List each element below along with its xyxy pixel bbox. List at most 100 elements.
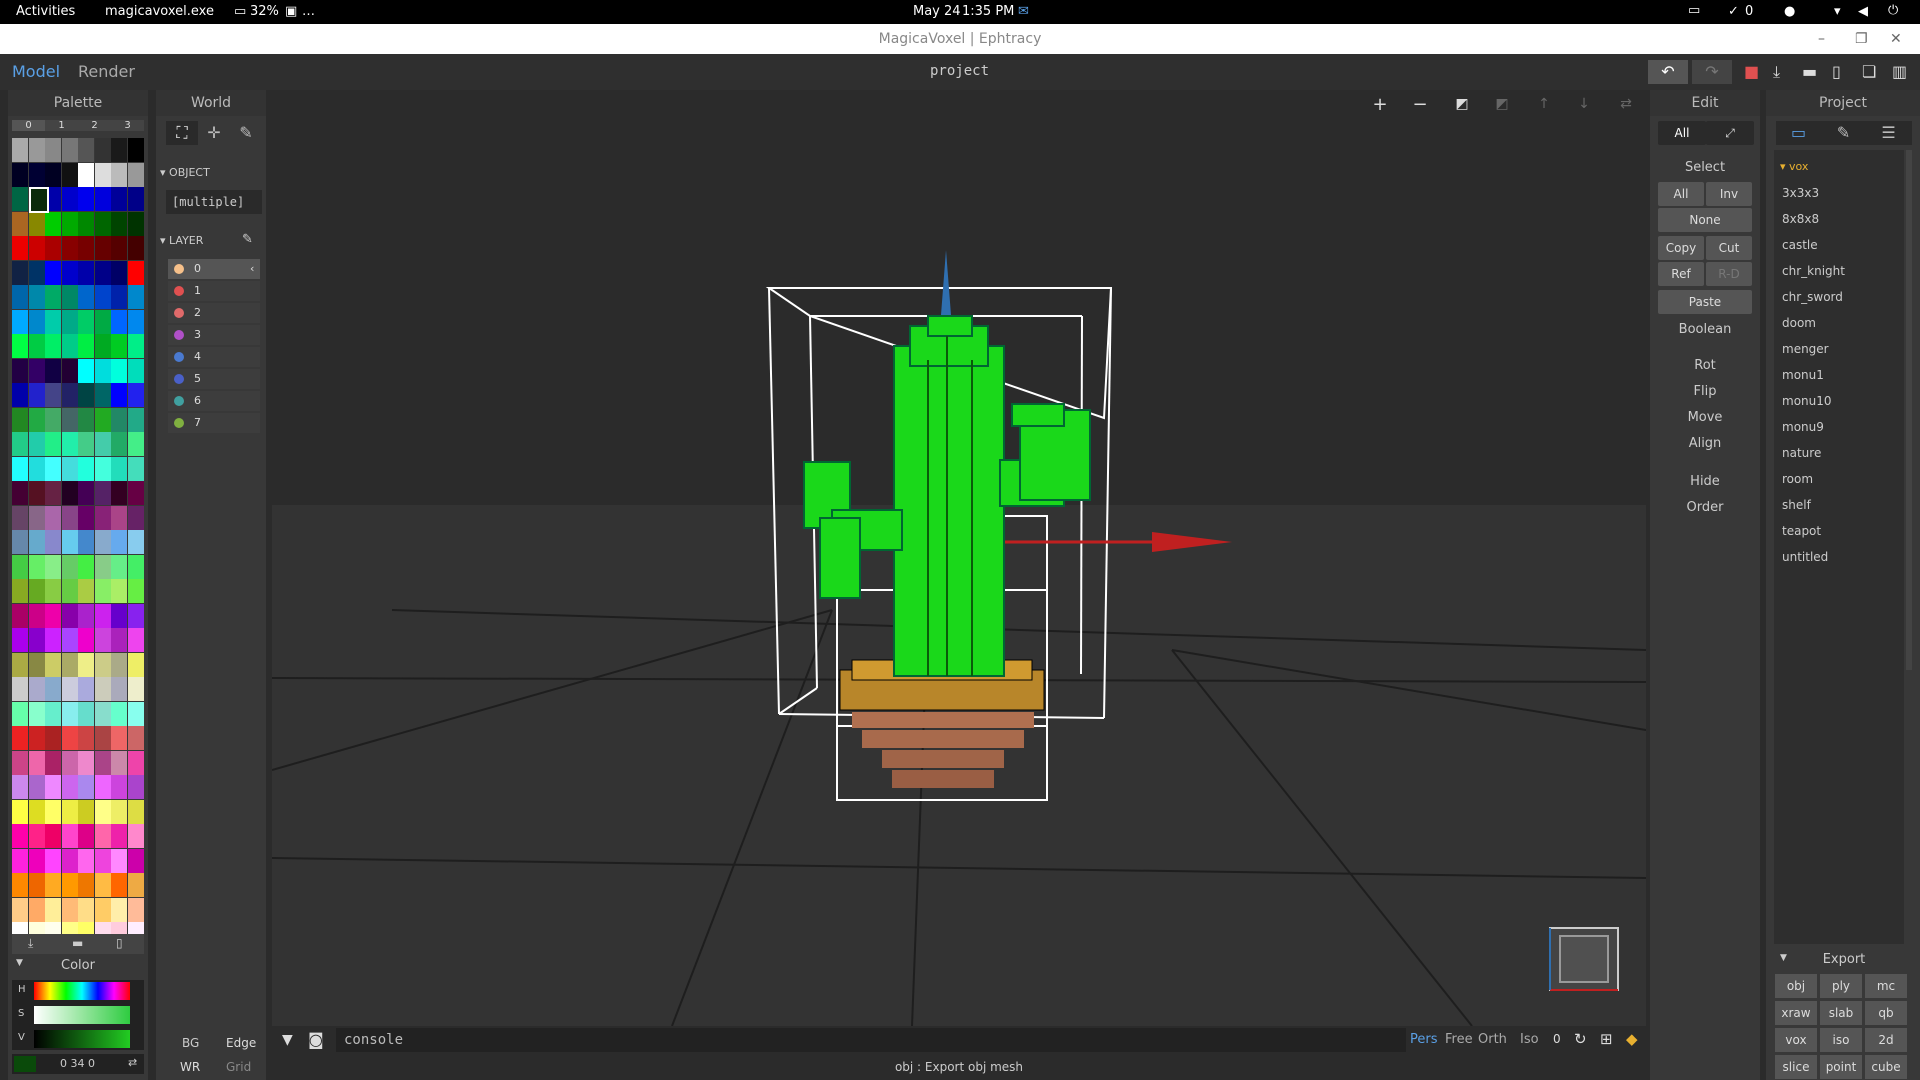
palette-swatch[interactable]	[61, 701, 78, 726]
palette-swatch[interactable]	[12, 358, 28, 383]
scene-canvas[interactable]	[272, 90, 1646, 1026]
palette-swatch[interactable]	[94, 162, 111, 187]
palette-swatch[interactable]	[78, 530, 94, 554]
check-icon[interactable]: ✓	[1728, 4, 1739, 19]
palette-swatch[interactable]	[12, 309, 28, 334]
palette-swatch[interactable]	[28, 162, 45, 187]
palette-swatch[interactable]	[12, 383, 28, 407]
cut-button[interactable]: Cut	[1706, 236, 1752, 260]
rot-button[interactable]: Rot	[1650, 358, 1760, 373]
orth-mode[interactable]: Orth	[1478, 1032, 1507, 1047]
palette-swatch[interactable]	[94, 554, 111, 579]
palette-swatch[interactable]	[78, 677, 94, 701]
palette-swatch[interactable]	[127, 848, 144, 873]
palette-swatch[interactable]	[61, 726, 78, 750]
delete-icon[interactable]: ▥	[1892, 62, 1907, 81]
palette-swatch[interactable]	[78, 873, 94, 897]
palette-swatch[interactable]	[61, 432, 78, 456]
project-scrollbar[interactable]	[1906, 150, 1912, 670]
color-value[interactable]: 0 34 0	[60, 1057, 95, 1070]
palette-swatch[interactable]	[45, 554, 61, 579]
palette-swatch[interactable]	[61, 554, 78, 579]
layer-row[interactable]: 0 ‹	[168, 259, 260, 279]
zoom-out-icon[interactable]: −	[1406, 94, 1434, 115]
palette-swatch[interactable]	[12, 677, 28, 701]
fit-icon[interactable]: ◩	[1448, 96, 1476, 112]
palette-swatch[interactable]	[111, 481, 127, 505]
palette-swatch[interactable]	[45, 236, 61, 260]
palette-swatch[interactable]	[78, 407, 94, 432]
palette-swatch[interactable]	[78, 505, 94, 530]
palette-swatch[interactable]	[45, 162, 61, 187]
palette-swatch[interactable]	[28, 848, 45, 873]
palette-swatch[interactable]	[127, 505, 144, 530]
palette-swatch[interactable]	[61, 505, 78, 530]
palette-swatch[interactable]	[28, 383, 45, 407]
palette-swatch[interactable]	[61, 652, 78, 677]
chat-icon[interactable]: ●	[1784, 4, 1795, 19]
palette-swatch[interactable]	[12, 799, 28, 824]
palette-swatch[interactable]	[78, 236, 94, 260]
palette-swatch[interactable]	[12, 554, 28, 579]
export-cube-button[interactable]: cube	[1865, 1055, 1907, 1079]
paste-button[interactable]: Paste	[1658, 290, 1752, 314]
palette-swatch[interactable]	[78, 824, 94, 848]
palette-swatch[interactable]	[61, 750, 78, 775]
export-slab-button[interactable]: slab	[1820, 1001, 1862, 1025]
palette-swatch[interactable]	[28, 432, 45, 456]
grid-toggle[interactable]: Grid	[226, 1060, 251, 1074]
palette-swatch[interactable]	[61, 848, 78, 873]
layer-row[interactable]: 6	[168, 391, 260, 411]
palette-tab-0[interactable]: 0	[12, 120, 45, 131]
palette-swatch[interactable]	[94, 260, 111, 285]
palette-swatch[interactable]	[127, 456, 144, 481]
palette-swatch[interactable]	[28, 358, 45, 383]
palette-swatch[interactable]	[28, 530, 45, 554]
palette-swatch[interactable]	[94, 824, 111, 848]
palette-swatch[interactable]	[78, 799, 94, 824]
palette-swatch[interactable]	[61, 481, 78, 505]
align-button[interactable]: Align	[1650, 436, 1760, 451]
palette-swatch[interactable]	[12, 603, 28, 628]
palette-swatch[interactable]	[111, 407, 127, 432]
palette-swatch[interactable]	[111, 383, 127, 407]
palette-swatch[interactable]	[94, 187, 111, 211]
project-file-item[interactable]: monu9	[1782, 420, 1824, 434]
export-icon[interactable]: ⤓	[1773, 62, 1780, 82]
value-slider[interactable]	[34, 1030, 130, 1048]
palette-swatch[interactable]	[94, 358, 111, 383]
palette-swatch[interactable]	[111, 334, 127, 358]
console-input[interactable]: console	[336, 1028, 1406, 1052]
palette-swatch[interactable]	[127, 260, 144, 285]
palette-swatch[interactable]	[61, 897, 78, 922]
select-none-button[interactable]: None	[1658, 208, 1752, 232]
palette-swatch[interactable]	[45, 603, 61, 628]
palette-swatch[interactable]	[111, 358, 127, 383]
export-vox-button[interactable]: vox	[1775, 1028, 1817, 1052]
palette-swatch[interactable]	[127, 677, 144, 701]
open-folder-icon[interactable]: ▬	[1802, 62, 1817, 81]
palette-swatch[interactable]	[127, 554, 144, 579]
layer-edit-icon[interactable]: ✎	[242, 232, 253, 247]
export-obj-button[interactable]: obj	[1775, 974, 1817, 998]
palette-swatch[interactable]	[45, 897, 61, 922]
edge-toggle[interactable]: Edge	[226, 1036, 256, 1050]
project-file-item[interactable]: doom	[1782, 316, 1816, 330]
palette-swatch[interactable]	[94, 309, 111, 334]
palette-swatch[interactable]	[127, 432, 144, 456]
palette-swatch[interactable]	[94, 701, 111, 726]
project-file-item[interactable]: shelf	[1782, 498, 1811, 512]
palette-swatch[interactable]	[61, 309, 78, 334]
palette-swatch[interactable]	[12, 407, 28, 432]
flip-button[interactable]: Flip	[1650, 384, 1760, 399]
activities-button[interactable]: Activities	[16, 4, 75, 19]
palette-swatch[interactable]	[94, 579, 111, 603]
boolean-button[interactable]: Boolean	[1650, 322, 1760, 337]
palette-swatch[interactable]	[28, 824, 45, 848]
select-tool-button[interactable]: ⛶	[166, 121, 198, 145]
palette-swatch[interactable]	[12, 775, 28, 799]
close-icon[interactable]: ✕	[1890, 24, 1902, 54]
palette-swatch[interactable]	[45, 579, 61, 603]
project-file-item[interactable]: menger	[1782, 342, 1829, 356]
palette-swatch[interactable]	[28, 456, 45, 481]
